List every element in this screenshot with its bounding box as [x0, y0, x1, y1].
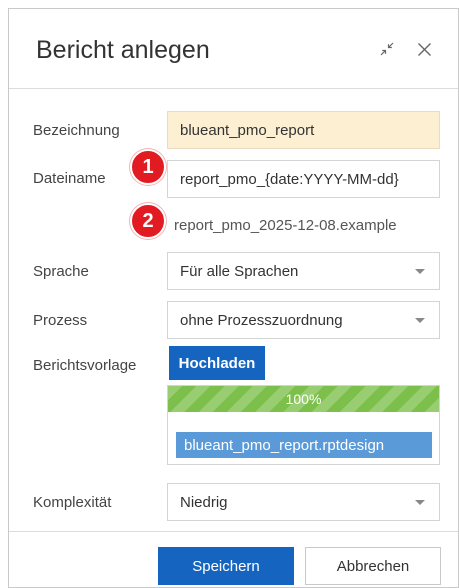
- label-dateiname: Dateiname: [33, 170, 106, 187]
- upload-button[interactable]: Hochladen: [169, 346, 265, 380]
- uploaded-file[interactable]: blueant_pmo_report.rptdesign: [176, 432, 432, 458]
- save-button[interactable]: Speichern: [158, 547, 294, 585]
- chevron-down-icon: [415, 317, 425, 323]
- label-prozess: Prozess: [33, 312, 88, 329]
- collapse-arrows-icon[interactable]: [377, 39, 397, 59]
- prozess-value: ohne Prozesszuordnung: [180, 311, 343, 329]
- dateiname-preview: report_pmo_2025-12-08.example: [174, 217, 397, 234]
- upload-progress-bar: 100%: [168, 386, 439, 412]
- sprache-select[interactable]: Für alle Sprachen: [167, 252, 440, 290]
- annotation-badge-2: 2: [130, 203, 166, 239]
- dateiname-input[interactable]: report_pmo_{date:YYYY-MM-dd}: [167, 160, 440, 198]
- label-komplexitaet: Komplexität: [33, 494, 112, 511]
- label-bezeichnung: Bezeichnung: [33, 122, 120, 139]
- bezeichnung-input[interactable]: blueant_pmo_report: [167, 111, 440, 149]
- upload-area: 100% blueant_pmo_report.rptdesign: [167, 385, 440, 465]
- chevron-down-icon: [415, 268, 425, 274]
- label-sprache: Sprache: [33, 263, 89, 280]
- label-berichtsvorlage: Berichtsvorlage: [33, 357, 137, 374]
- create-report-dialog: Bericht anlegen Bezeichnung blueant_pmo_…: [8, 8, 459, 588]
- prozess-select[interactable]: ohne Prozesszuordnung: [167, 301, 440, 339]
- dialog-footer: Speichern Abbrechen: [9, 531, 458, 588]
- dialog-header: Bericht anlegen: [9, 9, 458, 89]
- dialog-title: Bericht anlegen: [36, 36, 210, 64]
- komplexitaet-select[interactable]: Niedrig: [167, 483, 440, 521]
- komplexitaet-value: Niedrig: [180, 493, 228, 511]
- sprache-value: Für alle Sprachen: [180, 262, 299, 280]
- chevron-down-icon: [415, 499, 425, 505]
- upload-progress-text: 100%: [285, 391, 322, 407]
- cancel-button[interactable]: Abbrechen: [305, 547, 441, 585]
- close-icon[interactable]: [414, 39, 434, 59]
- annotation-badge-1: 1: [130, 149, 166, 185]
